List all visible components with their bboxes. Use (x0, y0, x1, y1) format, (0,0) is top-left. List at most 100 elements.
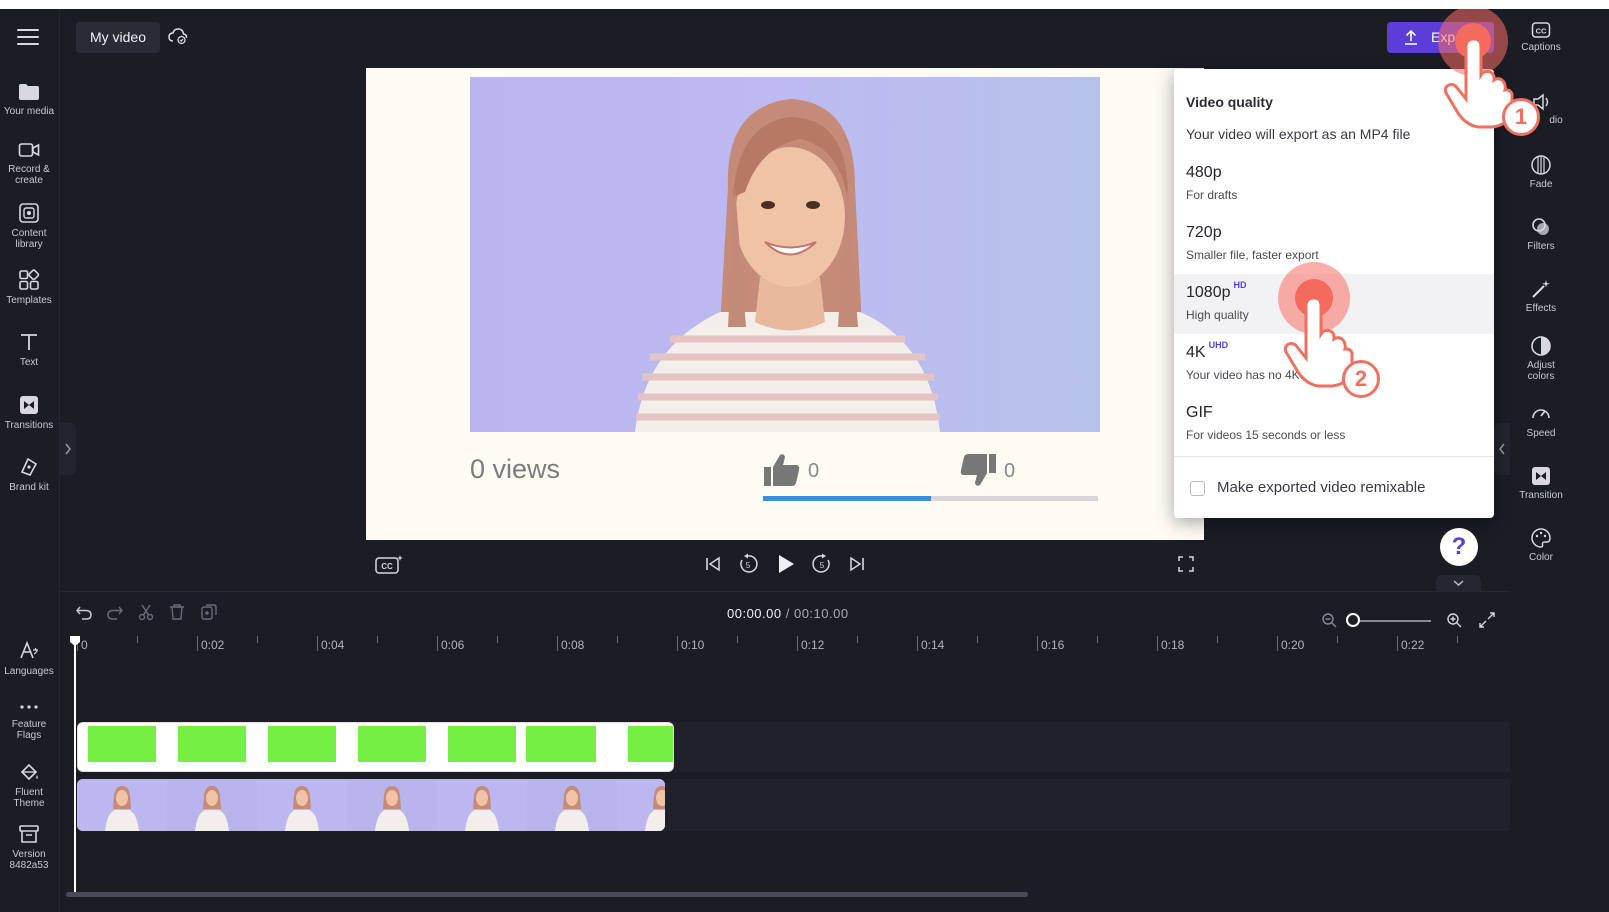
sidebar-label: Filters (1527, 241, 1555, 252)
svg-text:5: 5 (820, 561, 825, 570)
help-button[interactable]: ? (1440, 528, 1478, 566)
delete-trash-icon[interactable] (168, 603, 186, 621)
clip-thumbnail (167, 779, 257, 831)
quality-name: 480p (1186, 164, 1222, 181)
captions-toggle-icon[interactable]: CC (375, 554, 405, 576)
quality-desc: Smaller file, faster export (1186, 248, 1319, 262)
quality-name: 4K UHD (1186, 340, 1229, 361)
sidebar-item-adjust-colors[interactable]: Adjust colors (1512, 335, 1570, 382)
color-palette-icon (1531, 528, 1551, 548)
sidebar-item-version[interactable]: Version 8482a53 (0, 823, 58, 871)
quality-option-480p[interactable]: 480p For drafts (1174, 154, 1494, 214)
skip-forward-icon[interactable] (848, 555, 866, 573)
sidebar-label: Captions (1521, 42, 1561, 53)
sidebar-item-speed[interactable]: Speed (1512, 403, 1570, 439)
duplicate-icon[interactable] (200, 603, 218, 621)
sidebar-item-your-media[interactable]: Your media (0, 82, 58, 117)
ruler-label: 0:02 (201, 638, 225, 652)
forward-5-icon[interactable]: 5 (811, 553, 833, 575)
fit-timeline-icon[interactable] (1478, 611, 1496, 629)
hd-badge: HD (1233, 280, 1247, 290)
ruler-tick (1397, 636, 1398, 651)
sidebar-item-text[interactable]: Text (0, 331, 58, 368)
ruler-label: 0:20 (1281, 638, 1305, 652)
ruler-label: 0:12 (801, 638, 825, 652)
sidebar-item-content-library[interactable]: Content library (0, 202, 58, 250)
ruler-tick (1217, 636, 1218, 643)
captions-icon: CC (1531, 22, 1551, 38)
clip-frame (526, 726, 596, 762)
templates-icon (19, 269, 40, 290)
quality-option-gif[interactable]: GIF For videos 15 seconds or less (1174, 394, 1494, 454)
quality-desc: For videos 15 seconds or less (1186, 428, 1346, 442)
sidebar-item-record-create[interactable]: Record & create (0, 140, 58, 186)
clip-thumbnail (527, 779, 617, 831)
sidebar-label: Effects (1525, 303, 1557, 314)
sidebar-label: Fluent Theme (13, 787, 45, 809)
sidebar-item-feature-flags[interactable]: Feature Flags (0, 699, 58, 741)
sidebar-item-brand-kit[interactable]: Brand kit (0, 456, 58, 493)
playhead-line[interactable] (74, 638, 76, 893)
sidebar-item-color[interactable]: Color (1512, 527, 1570, 563)
rewind-5-icon[interactable]: 5 (737, 553, 759, 575)
views-count: 0 views (470, 454, 561, 484)
dislikes-count: 0 (1004, 460, 1016, 482)
cloud-sync-icon[interactable] (168, 27, 188, 45)
ruler-label: 0:16 (1041, 638, 1065, 652)
quality-name: 720p (1186, 224, 1222, 241)
sidebar-item-languages[interactable]: Languages (0, 640, 58, 677)
video-preview: 0 views 0 0 (366, 68, 1204, 540)
zoom-slider-handle[interactable] (1346, 613, 1360, 627)
ruler-tick (857, 636, 858, 643)
zoom-slider-track[interactable] (1351, 620, 1431, 622)
ruler-label: 0:04 (321, 638, 345, 652)
chevron-right-icon (65, 443, 71, 455)
video-frame-woman (470, 77, 1100, 432)
sidebar-item-effects[interactable]: Effects (1512, 278, 1570, 314)
ruler-label: 0:08 (561, 638, 585, 652)
cut-scissors-icon[interactable] (137, 603, 155, 621)
left-panel-collapse-button[interactable] (60, 423, 76, 475)
ruler-tick (737, 636, 738, 643)
right-panel-collapse-button[interactable] (1494, 423, 1510, 475)
project-title[interactable]: My video (76, 22, 160, 53)
ruler-tick (1037, 636, 1038, 651)
sidebar-item-transitions[interactable]: Transitions (0, 394, 58, 431)
thumbs-up-icon (764, 454, 800, 486)
collapse-preview-button[interactable] (1436, 575, 1481, 591)
sidebar-item-filters[interactable]: Filters (1512, 216, 1570, 252)
sidebar-item-captions[interactable]: CC Captions (1512, 21, 1570, 53)
fullscreen-icon[interactable] (1178, 556, 1194, 572)
likes-count: 0 (808, 460, 820, 482)
skip-back-icon[interactable] (704, 555, 722, 573)
remix-checkbox[interactable] (1190, 481, 1205, 496)
clip-frame (448, 726, 516, 762)
transition-icon (1532, 467, 1550, 485)
timeline-ruler[interactable]: 0 0:02 0:04 0:06 0:08 0:10 0:12 0:14 0:1 (61, 630, 1510, 654)
sidebar-item-fluent-theme[interactable]: Fluent Theme (0, 761, 58, 809)
sidebar-item-templates[interactable]: Templates (0, 269, 58, 306)
play-icon[interactable] (776, 553, 796, 575)
ruler-tick (497, 636, 498, 643)
sidebar-label: Text (19, 357, 39, 368)
green-screen-clip[interactable] (77, 722, 674, 772)
zoom-in-icon[interactable] (1446, 612, 1462, 628)
sidebar-item-transition[interactable]: Transition (1512, 465, 1570, 501)
menu-hamburger-icon[interactable] (17, 29, 39, 47)
zoom-out-icon[interactable] (1321, 612, 1337, 628)
timeline-panel: 00:00.00 / 00:10.00 0 0:02 0:04 0:06 0:0… (61, 591, 1510, 912)
remix-label[interactable]: Make exported video remixable (1217, 479, 1425, 496)
sidebar-label: Record & create (8, 164, 50, 186)
thumbs-down-icon (960, 454, 996, 486)
quality-desc: High quality (1186, 308, 1249, 322)
undo-icon[interactable] (75, 603, 93, 621)
woman-video-clip[interactable] (77, 779, 665, 831)
redo-icon[interactable] (106, 603, 124, 621)
fade-icon (1531, 155, 1551, 175)
clip-thumbnail (257, 779, 347, 831)
sidebar-item-fade[interactable]: Fade (1512, 154, 1570, 190)
timecode: 00:00.00 / 00:10.00 (727, 606, 849, 621)
timeline-horizontal-scrollbar[interactable] (66, 892, 1028, 897)
quality-option-720p[interactable]: 720p Smaller file, faster export (1174, 214, 1494, 274)
sidebar-label: Feature Flags (11, 719, 47, 741)
